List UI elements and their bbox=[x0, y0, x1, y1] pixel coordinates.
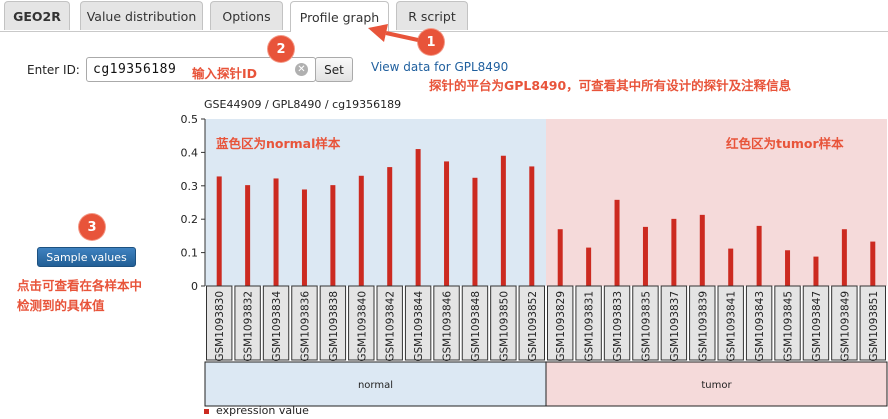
x-tick-label: GSM1093830 bbox=[214, 291, 226, 362]
bar-GSM1093849 bbox=[841, 229, 847, 286]
x-tick-label: GSM1093833 bbox=[612, 291, 624, 362]
x-tick-label: GSM1093843 bbox=[754, 291, 766, 362]
bar-GSM1093846 bbox=[444, 161, 450, 286]
legend-label: expression value bbox=[216, 404, 309, 417]
x-tick-label: GSM1093852 bbox=[527, 291, 539, 362]
group-label-tumor: tumor bbox=[701, 380, 732, 391]
bar-GSM1093841 bbox=[728, 248, 734, 286]
bar-GSM1093845 bbox=[785, 250, 791, 286]
x-tick-label: GSM1093849 bbox=[839, 291, 851, 362]
group-label-normal: normal bbox=[358, 380, 393, 391]
bar-GSM1093835 bbox=[642, 226, 648, 286]
chart-legend: expression value bbox=[204, 404, 309, 417]
y-tick-label: 0.2 bbox=[181, 213, 199, 226]
x-tick-label: GSM1093837 bbox=[669, 291, 681, 362]
bar-GSM1093836 bbox=[301, 189, 307, 286]
x-tick-label: GSM1093850 bbox=[498, 291, 510, 362]
x-tick-label: GSM1093842 bbox=[385, 291, 397, 362]
bar-GSM1093834 bbox=[273, 178, 279, 286]
bar-GSM1093830 bbox=[216, 176, 222, 286]
annotation-tumor-region: 红色区为tumor样本 bbox=[726, 136, 844, 151]
annotation-normal-region: 蓝色区为normal样本 bbox=[216, 136, 341, 151]
bar-GSM1093848 bbox=[472, 177, 478, 286]
x-tick-label: GSM1093846 bbox=[442, 291, 454, 362]
bar-GSM1093843 bbox=[756, 225, 762, 286]
bar-GSM1093837 bbox=[671, 218, 677, 286]
x-tick-label: GSM1093832 bbox=[243, 291, 255, 362]
x-tick-label: GSM1093848 bbox=[470, 291, 482, 362]
x-tick-label: GSM1093831 bbox=[584, 291, 596, 362]
bar-GSM1093851 bbox=[870, 241, 876, 286]
bar-GSM1093839 bbox=[699, 214, 705, 286]
y-tick-label: 0.4 bbox=[181, 146, 199, 159]
x-tick-label: GSM1093851 bbox=[868, 291, 880, 362]
bar-GSM1093833 bbox=[614, 199, 620, 286]
y-tick-label: 0 bbox=[191, 280, 198, 293]
legend-swatch bbox=[204, 408, 209, 414]
bar-GSM1093832 bbox=[245, 185, 251, 286]
x-tick-label: GSM1093829 bbox=[555, 291, 567, 362]
bar-GSM1093852 bbox=[529, 166, 535, 286]
x-tick-label: GSM1093844 bbox=[413, 291, 425, 362]
bar-GSM1093831 bbox=[586, 247, 592, 286]
x-tick-label: GSM1093840 bbox=[356, 291, 368, 362]
x-tick-label: GSM1093835 bbox=[640, 291, 652, 362]
x-tick-label: GSM1093836 bbox=[299, 291, 311, 362]
y-tick-label: 0.5 bbox=[181, 113, 199, 126]
bar-GSM1093847 bbox=[813, 256, 819, 286]
profile-chart: normal tumor 0 0.1 0.2 0.3 0.4 0.5 GSM1093830 GSM… bbox=[181, 113, 888, 407]
x-tick-label: GSM1093845 bbox=[783, 291, 795, 362]
y-tick-label: 0.1 bbox=[181, 247, 199, 260]
bar-GSM1093840 bbox=[358, 175, 364, 286]
x-tick-label: GSM1093838 bbox=[328, 291, 340, 362]
x-tick-label: GSM1093839 bbox=[697, 291, 709, 362]
x-tick-label: GSM1093834 bbox=[271, 291, 283, 362]
bar-GSM1093850 bbox=[500, 155, 506, 286]
bar-GSM1093844 bbox=[415, 149, 421, 286]
bar-GSM1093842 bbox=[387, 167, 393, 286]
x-tick-label: GSM1093847 bbox=[811, 291, 823, 362]
bar-GSM1093838 bbox=[330, 185, 336, 286]
x-tick-label: GSM1093841 bbox=[726, 291, 738, 362]
bar-GSM1093829 bbox=[557, 229, 563, 286]
y-tick-label: 0.3 bbox=[181, 180, 199, 193]
